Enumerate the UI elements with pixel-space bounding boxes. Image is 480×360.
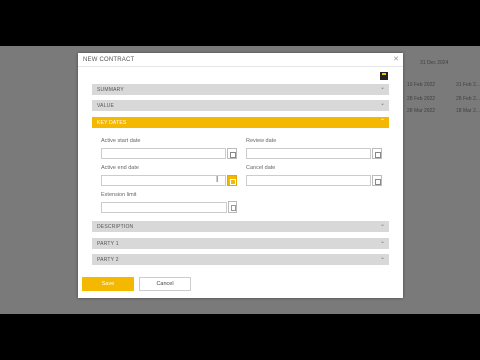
save-button[interactable]: Save (82, 277, 134, 291)
cancel-date-label: Cancel date (246, 165, 276, 171)
section-party-2[interactable]: PARTY 2 ⌄ (92, 254, 389, 265)
new-contract-dialog: NEW CONTRACT ✕ SUMMARY ⌄ VALUE ⌄ KEY DAT… (78, 53, 403, 298)
cancel-button[interactable]: Cancel (139, 277, 191, 291)
extension-limit-input[interactable] (101, 202, 227, 213)
section-label: SUMMARY (97, 86, 124, 93)
active-end-label: Active end date (101, 165, 139, 171)
background-date: 28 Mar 2022 (407, 108, 436, 114)
chevron-down-icon: ⌄ (379, 101, 385, 107)
background-date: 28 Feb 2... (456, 96, 480, 102)
background-date: 10 Feb 2022 (407, 82, 436, 88)
extension-limit-label: Extension limit (101, 192, 137, 198)
section-value[interactable]: VALUE ⌄ (92, 100, 389, 111)
calendar-icon[interactable] (372, 175, 382, 186)
active-start-label: Active start date (101, 138, 141, 144)
section-description[interactable]: DESCRIPTION ⌄ (92, 221, 389, 232)
section-label: KEY DATES (97, 119, 127, 126)
section-label: PARTY 2 (97, 256, 119, 263)
cancel-date-input[interactable] (246, 175, 371, 186)
chevron-down-icon: ⌄ (379, 239, 385, 245)
section-label: VALUE (97, 102, 115, 109)
close-icon[interactable]: ✕ (393, 55, 399, 63)
text-cursor-icon: I (216, 175, 219, 184)
save-icon[interactable] (380, 72, 388, 80)
background-date: 31 Feb 2... (456, 82, 480, 88)
background-date: 31 Dec 2024 (420, 60, 449, 66)
section-label: PARTY 1 (97, 240, 119, 247)
calendar-icon[interactable] (227, 148, 237, 159)
title-divider (78, 66, 403, 67)
section-party-1[interactable]: PARTY 1 ⌄ (92, 238, 389, 249)
review-date-input[interactable] (246, 148, 371, 159)
dialog-title: NEW CONTRACT (83, 57, 135, 63)
review-date-label: Review date (246, 138, 277, 144)
background-date: 28 Feb 2022 (407, 96, 436, 102)
calendar-icon[interactable] (227, 175, 237, 186)
chevron-down-icon: ⌄ (379, 255, 385, 261)
background-date: 18 Mar 2... (456, 108, 480, 114)
calendar-icon[interactable] (372, 148, 382, 159)
section-label: DESCRIPTION (97, 223, 134, 230)
chevron-down-icon: ⌄ (379, 85, 385, 91)
chevron-down-icon: ⌄ (379, 222, 385, 228)
section-key-dates[interactable]: KEY DATES ⌃ (92, 117, 389, 128)
spinner-icon[interactable] (228, 201, 237, 213)
active-start-date-input[interactable] (101, 148, 226, 159)
section-summary[interactable]: SUMMARY ⌄ (92, 84, 389, 95)
active-end-date-input[interactable] (101, 175, 226, 186)
chevron-up-icon: ⌃ (379, 119, 385, 125)
